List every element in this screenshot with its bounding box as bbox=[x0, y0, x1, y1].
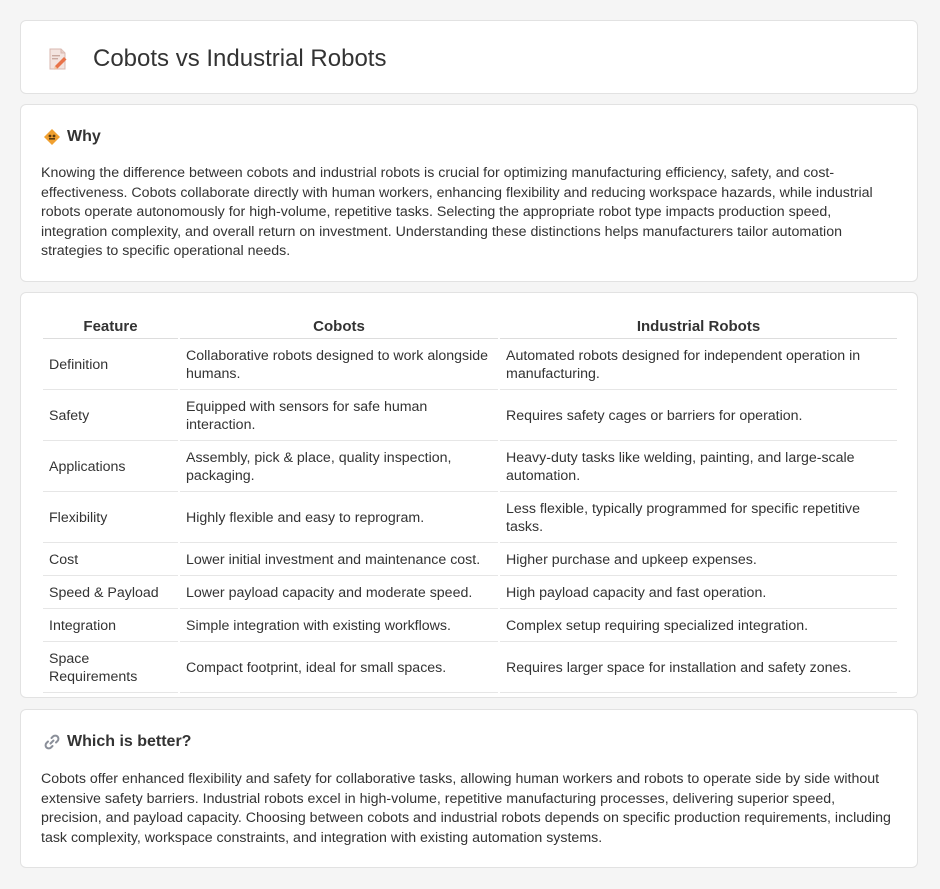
why-title: Why bbox=[67, 128, 101, 145]
feature-cell: Space Requirements bbox=[43, 644, 178, 693]
table-row: Integration Simple integration with exis… bbox=[43, 611, 897, 642]
cobots-cell: Simple integration with existing workflo… bbox=[180, 611, 498, 642]
header-industrial-robots: Industrial Robots bbox=[500, 315, 897, 339]
feature-cell: Safety bbox=[43, 392, 178, 441]
industrial-cell: Automated robots designed for independen… bbox=[500, 341, 897, 390]
table-row: Definition Collaborative robots designed… bbox=[43, 341, 897, 390]
title-card: Cobots vs Industrial Robots bbox=[20, 20, 918, 94]
table-row: Safety Equipped with sensors for safe hu… bbox=[43, 392, 897, 441]
cobots-cell: Compact footprint, ideal for small space… bbox=[180, 644, 498, 693]
table-row: Flexibility Highly flexible and easy to … bbox=[43, 494, 897, 543]
cobots-cell: Highly flexible and easy to reprogram. bbox=[180, 494, 498, 543]
page-title: Cobots vs Industrial Robots bbox=[93, 45, 387, 72]
industrial-cell: High payload capacity and fast operation… bbox=[500, 578, 897, 609]
feature-cell: Integration bbox=[43, 611, 178, 642]
industrial-cell: Heavy-duty tasks like welding, painting,… bbox=[500, 443, 897, 492]
feature-cell: Speed & Payload bbox=[43, 578, 178, 609]
cobots-cell: Lower initial investment and maintenance… bbox=[180, 545, 498, 576]
feature-cell: Cost bbox=[43, 545, 178, 576]
table-row: Cost Lower initial investment and mainte… bbox=[43, 545, 897, 576]
better-header: Which is better? bbox=[43, 732, 191, 752]
which-is-better-section: Which is better? Cobots offer enhanced f… bbox=[20, 709, 918, 868]
better-title: Which is better? bbox=[67, 733, 192, 750]
header-feature: Feature bbox=[43, 315, 178, 339]
table-row: Speed & Payload Lower payload capacity a… bbox=[43, 578, 897, 609]
page-header: Cobots vs Industrial Robots bbox=[47, 45, 386, 73]
industrial-cell: Less flexible, typically programmed for … bbox=[500, 494, 897, 543]
link-icon bbox=[43, 733, 61, 751]
why-header: Why bbox=[43, 127, 101, 147]
table-header-row: Feature Cobots Industrial Robots bbox=[43, 315, 897, 339]
better-text: Cobots offer enhanced flexibility and sa… bbox=[41, 771, 891, 846]
feature-cell: Flexibility bbox=[43, 494, 178, 543]
table-row: Space Requirements Compact footprint, id… bbox=[43, 644, 897, 693]
industrial-cell: Requires larger space for installation a… bbox=[500, 644, 897, 693]
table-row: Applications Assembly, pick & place, qua… bbox=[43, 443, 897, 492]
document-pencil-icon bbox=[47, 47, 69, 71]
diamond-sign-icon bbox=[43, 128, 61, 146]
industrial-cell: Requires safety cages or barriers for op… bbox=[500, 392, 897, 441]
cobots-cell: Collaborative robots designed to work al… bbox=[180, 341, 498, 390]
why-section: Why Knowing the difference between cobot… bbox=[20, 104, 918, 282]
cobots-cell: Lower payload capacity and moderate spee… bbox=[180, 578, 498, 609]
why-text: Knowing the difference between cobots an… bbox=[41, 165, 873, 260]
feature-cell: Definition bbox=[43, 341, 178, 390]
cobots-cell: Equipped with sensors for safe human int… bbox=[180, 392, 498, 441]
feature-cell: Applications bbox=[43, 443, 178, 492]
cobots-cell: Assembly, pick & place, quality inspecti… bbox=[180, 443, 498, 492]
comparison-table: Feature Cobots Industrial Robots Definit… bbox=[41, 313, 899, 695]
comparison-section: Feature Cobots Industrial Robots Definit… bbox=[20, 292, 918, 698]
industrial-cell: Higher purchase and upkeep expenses. bbox=[500, 545, 897, 576]
header-cobots: Cobots bbox=[180, 315, 498, 339]
industrial-cell: Complex setup requiring specialized inte… bbox=[500, 611, 897, 642]
